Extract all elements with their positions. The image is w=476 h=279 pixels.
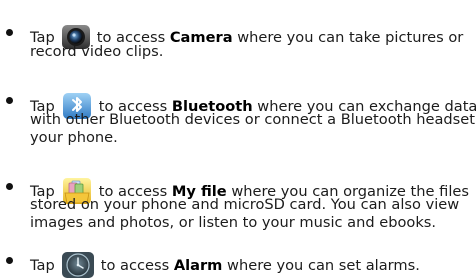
text-line: record video clips. xyxy=(30,43,164,60)
text: where you can take pictures or xyxy=(237,29,464,46)
text-line: stored on your phone and microSD card. Y… xyxy=(30,196,460,213)
bullet xyxy=(6,183,13,190)
text-line: your phone. xyxy=(30,129,118,146)
tap-text: Tap xyxy=(30,257,55,274)
bullet xyxy=(6,257,13,264)
text-line: images and photos, or listen to your mus… xyxy=(30,214,437,231)
text-line: Tap to access Alarm where you can set al… xyxy=(30,251,420,279)
text-line: with other Bluetooth devices or connect … xyxy=(30,111,476,128)
text: where you can set alarms. xyxy=(227,257,420,274)
bullet xyxy=(6,97,13,104)
alarm-clock-icon xyxy=(61,251,95,279)
keyword-camera: Camera xyxy=(169,29,233,46)
text: to access xyxy=(100,257,170,274)
keyword-alarm: Alarm xyxy=(173,257,223,274)
bullet xyxy=(6,29,13,36)
